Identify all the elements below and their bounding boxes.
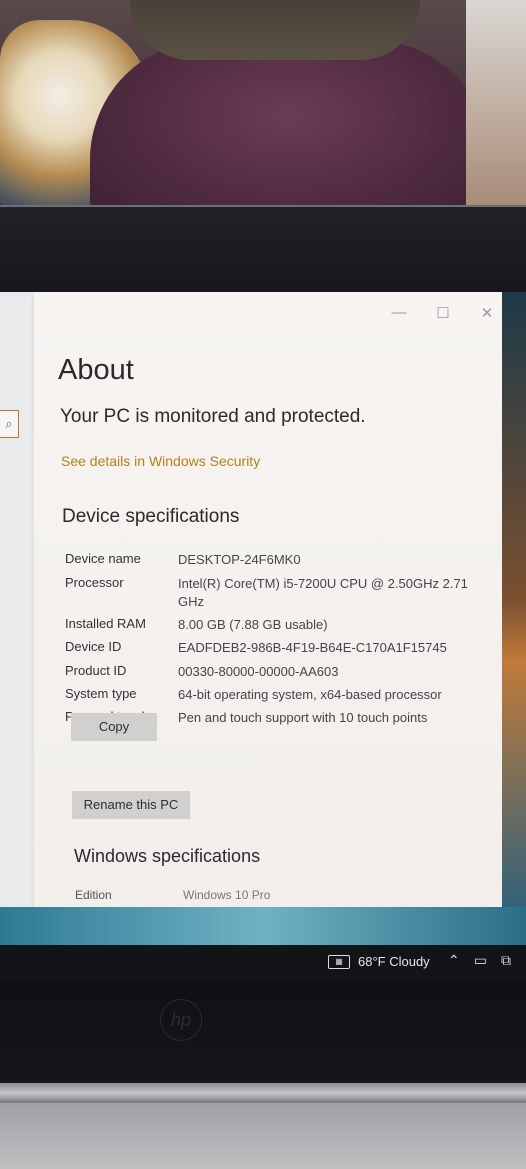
- windows-specs-heading: Windows specifications: [74, 846, 261, 866]
- about-window: — ☐ ✕ About Your PC is monitored and pro…: [34, 292, 502, 907]
- spec-value: 64-bit operating system, x64-based proce…: [178, 687, 442, 702]
- spec-label: System type: [65, 686, 137, 701]
- weather-text: 68°F Cloudy: [358, 954, 430, 969]
- laptop-bezel: [0, 205, 526, 297]
- desktop-wallpaper: [0, 907, 526, 947]
- spec-value: 00330-80000-00000-AA603: [178, 664, 339, 679]
- network-icon[interactable]: ⧉: [501, 952, 511, 969]
- chevron-up-icon[interactable]: ⌃: [448, 952, 460, 969]
- spec-label: Product ID: [65, 663, 127, 678]
- protection-status: Your PC is monitored and protected.: [60, 406, 366, 427]
- windows-security-link[interactable]: See details in Windows Security: [61, 453, 260, 469]
- settings-nav-panel: ⌕: [0, 292, 34, 907]
- spec-value: 8.00 GB (7.88 GB usable): [178, 617, 328, 632]
- desktop-wallpaper-edge: [502, 292, 526, 907]
- system-tray: ⌃ ▭ ⧉: [448, 952, 511, 969]
- maximize-icon[interactable]: ☐: [434, 304, 452, 322]
- spec-label: Device ID: [65, 639, 122, 654]
- spec-value: EADFDEB2-986B-4F19-B64E-C170A1F15745: [178, 640, 447, 655]
- hp-logo: hp: [160, 999, 202, 1041]
- spec-value: Intel(R) Core(TM) i5-7200U CPU @ 2.50GHz…: [178, 576, 468, 609]
- room-background: [0, 0, 526, 210]
- laptop-base: hp: [0, 981, 526, 1086]
- taskbar: ▦ 68°F Cloudy ⌃ ▭ ⧉: [0, 945, 526, 981]
- edition-label: Edition: [75, 888, 112, 902]
- desk-surface: [0, 1103, 526, 1169]
- spec-label: Installed RAM: [65, 616, 146, 631]
- spec-label: Processor: [65, 575, 124, 590]
- weather-widget[interactable]: ▦ 68°F Cloudy: [328, 954, 430, 969]
- copy-button[interactable]: Copy: [71, 713, 157, 741]
- search-icon[interactable]: ⌕: [0, 410, 19, 438]
- edition-row: Edition Windows 10 Pro: [75, 888, 495, 902]
- laptop-screen: ⌕ — ☐ ✕ About Your PC is monitored and p…: [0, 292, 526, 952]
- chair-headrest: [130, 0, 420, 60]
- edition-value: Windows 10 Pro: [183, 888, 271, 902]
- close-icon[interactable]: ✕: [478, 304, 496, 322]
- spec-value: DESKTOP-24F6MK0: [178, 552, 301, 567]
- spec-label: Device name: [65, 551, 141, 566]
- device-specs-heading: Device specifications: [62, 506, 240, 527]
- battery-icon[interactable]: ▭: [474, 952, 487, 969]
- minimize-icon[interactable]: —: [390, 304, 408, 322]
- window-controls: — ☐ ✕: [390, 304, 496, 322]
- chair-back: [90, 40, 490, 210]
- wall: [466, 0, 526, 210]
- weather-icon: ▦: [328, 954, 350, 969]
- rename-pc-button[interactable]: Rename this PC: [72, 791, 190, 819]
- page-title: About: [58, 354, 134, 386]
- spec-value: Pen and touch support with 10 touch poin…: [178, 710, 428, 725]
- laptop-hinge: [0, 1083, 526, 1103]
